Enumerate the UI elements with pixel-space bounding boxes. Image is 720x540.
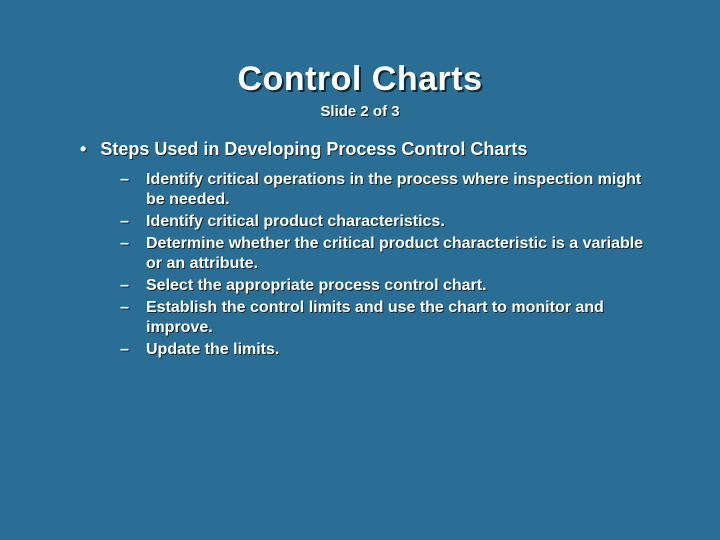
list-item: – Determine whether the critical product…	[120, 234, 680, 274]
sub-bullet-list: – Identify critical operations in the pr…	[120, 170, 680, 360]
dash-icon: –	[120, 340, 132, 360]
list-item: – Identify critical operations in the pr…	[120, 170, 680, 210]
sub-item-text: Establish the control limits and use the…	[146, 298, 656, 338]
bullet-icon: •	[80, 138, 86, 160]
dash-icon: –	[120, 212, 132, 232]
sub-item-text: Identify critical product characteristic…	[146, 212, 445, 232]
list-item: – Establish the control limits and use t…	[120, 298, 680, 338]
dash-icon: –	[120, 276, 132, 296]
dash-icon: –	[120, 234, 132, 254]
dash-icon: –	[120, 298, 132, 318]
list-item: – Update the limits.	[120, 340, 680, 360]
sub-item-text: Identify critical operations in the proc…	[146, 170, 656, 210]
slide-title: Control Charts	[40, 60, 680, 99]
sub-item-text: Select the appropriate process control c…	[146, 276, 487, 296]
main-bullet: • Steps Used in Developing Process Contr…	[80, 138, 680, 160]
list-item: – Identify critical product characterist…	[120, 212, 680, 232]
sub-item-text: Determine whether the critical product c…	[146, 234, 656, 274]
dash-icon: –	[120, 170, 132, 190]
sub-item-text: Update the limits.	[146, 340, 279, 360]
list-item: – Select the appropriate process control…	[120, 276, 680, 296]
main-bullet-text: Steps Used in Developing Process Control…	[100, 138, 527, 160]
slide-subtitle: Slide 2 of 3	[40, 103, 680, 120]
slide: Control Charts Slide 2 of 3 • Steps Used…	[0, 0, 720, 540]
